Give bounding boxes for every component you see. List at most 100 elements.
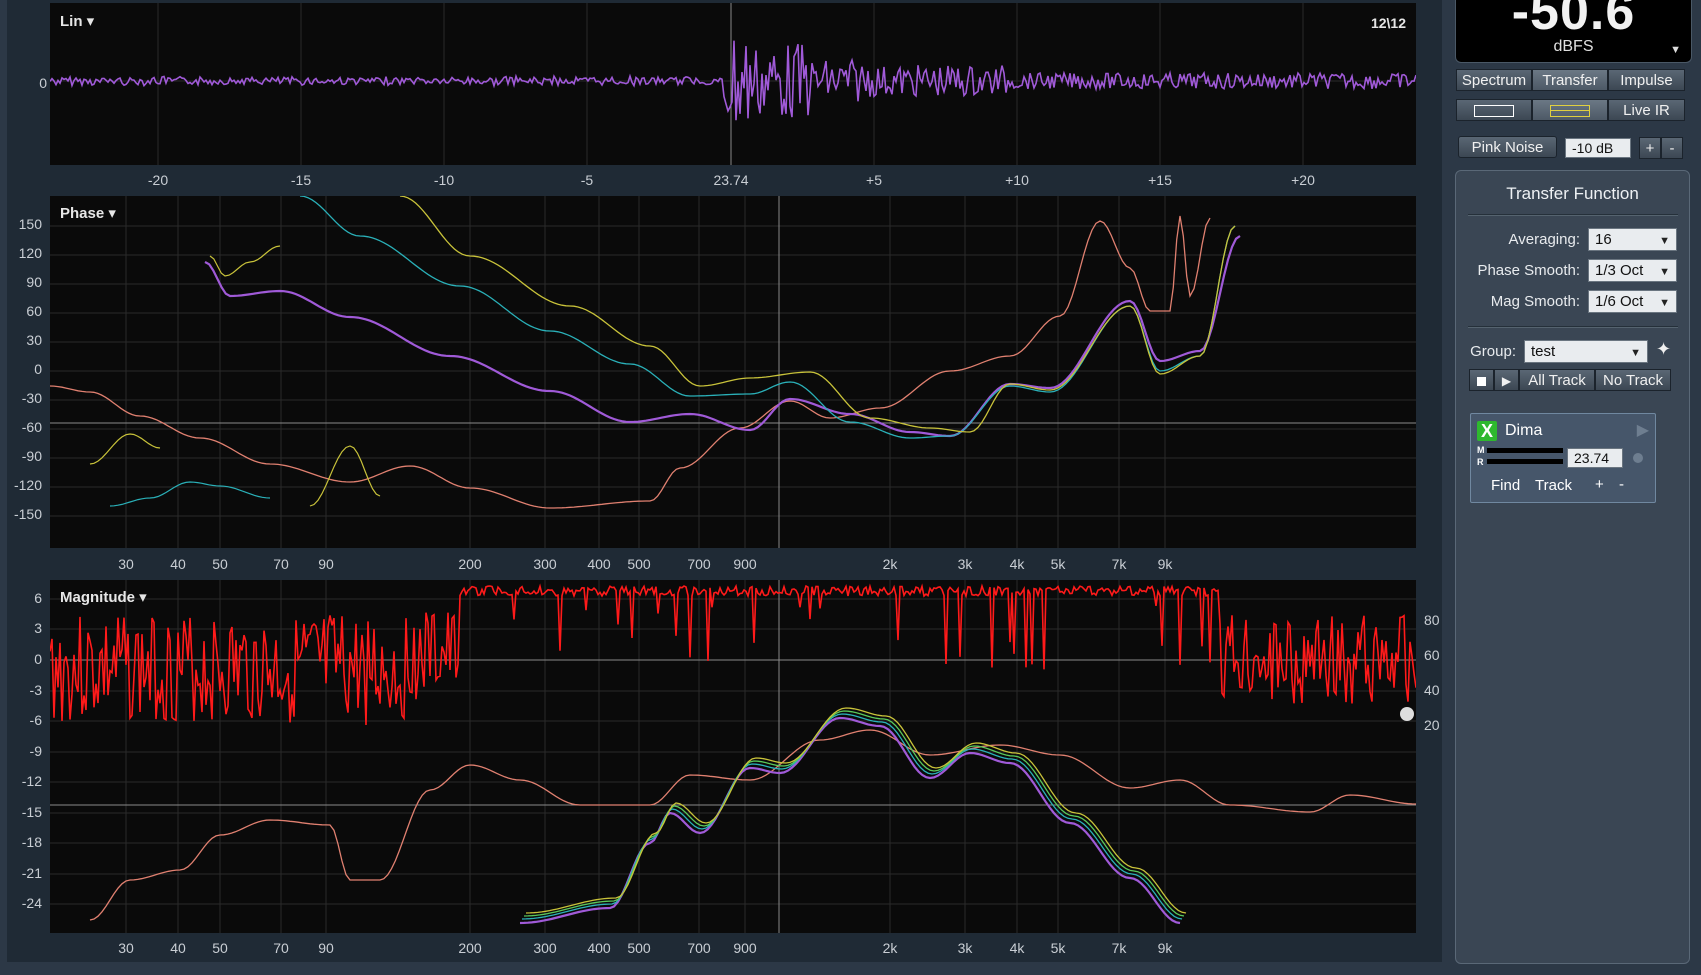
meter-dropdown-icon[interactable]: ▼ <box>1670 44 1681 56</box>
tick-label: 5k <box>1050 940 1066 956</box>
plot-area: Lin ▾ 12\12 0 -20 -15 -10 -5 23.74 +5 +10 +15 +2… <box>7 0 1442 962</box>
tick-label: 150 <box>18 216 42 232</box>
single-view-button[interactable] <box>1456 99 1532 121</box>
find-button[interactable]: Find <box>1491 477 1520 494</box>
meter-value: -50.6 <box>1511 0 1636 41</box>
phase-trace-cyan-low <box>109 481 271 507</box>
impulse-trace <box>50 40 1416 121</box>
tick-label: -15 <box>290 172 312 188</box>
tick-label: -12 <box>21 773 42 789</box>
tick-label: -60 <box>21 419 42 435</box>
ref-label: R <box>1477 457 1484 467</box>
tick-label: 200 <box>458 940 482 956</box>
phase-trace-yellow-low <box>89 433 161 465</box>
phase-dropdown[interactable]: Phase ▾ <box>60 204 116 222</box>
tick-label: 40 <box>1424 682 1440 698</box>
tick-label: 4k <box>1009 940 1025 956</box>
tick-label: -10 <box>433 172 455 188</box>
tick-label: 80 <box>1424 612 1440 628</box>
tick-label: -20 <box>147 172 169 188</box>
tick-label: 90 <box>318 940 334 956</box>
tick-label: 3 <box>34 620 42 636</box>
tick-label: -3 <box>29 682 42 698</box>
phase-smooth-select[interactable]: 1/3 Oct ▼ <box>1588 259 1677 282</box>
impulse-panel[interactable]: Lin ▾ 12\12 <box>50 3 1416 165</box>
tick-label: 120 <box>18 245 42 261</box>
tick-label: 700 <box>687 556 711 572</box>
track-delay-field[interactable]: 23.74 <box>1567 448 1623 468</box>
live-ir-button[interactable]: Live IR <box>1608 99 1685 121</box>
coherence-trace <box>50 583 1416 726</box>
tick-label: -120 <box>13 477 42 493</box>
tick-label: 0 <box>34 361 42 377</box>
stop-button[interactable] <box>1469 369 1494 391</box>
tick-label: 3k <box>957 556 973 572</box>
averaging-label: Averaging: <box>1508 231 1580 248</box>
mag-smooth-value: 1/6 Oct <box>1595 293 1644 310</box>
group-select[interactable]: test ▼ <box>1524 340 1648 363</box>
tick-label: 500 <box>627 556 651 572</box>
tick-label: 50 <box>212 556 228 572</box>
phase-panel[interactable]: Phase ▾ <box>50 196 1416 548</box>
tools-icon[interactable]: ✦ <box>1656 339 1671 360</box>
play-icon: ▶ <box>1501 374 1512 388</box>
tick-label: -21 <box>21 865 42 881</box>
track-enable-checkbox[interactable]: X <box>1477 421 1497 441</box>
tick-label: 7k <box>1111 940 1127 956</box>
transfer-function-title: Transfer Function <box>1506 184 1639 203</box>
coherence-handle[interactable] <box>1400 707 1414 721</box>
divider <box>1468 326 1678 328</box>
meas-level-bar <box>1487 448 1563 453</box>
generator-level-field[interactable]: -10 dB <box>1565 138 1631 158</box>
level-meter[interactable]: -50.6 dBFS ▼ <box>1455 0 1692 63</box>
split-view-button[interactable] <box>1532 99 1608 121</box>
tick-label: 30 <box>118 556 134 572</box>
track-plus-button[interactable]: + <box>1595 476 1604 493</box>
tick-label: 2k <box>882 940 898 956</box>
all-track-button[interactable]: All Track <box>1519 369 1595 391</box>
meas-label: M <box>1477 445 1485 455</box>
phase-plot <box>50 196 1416 548</box>
tick-label: -150 <box>13 506 42 522</box>
averaging-value: 16 <box>1595 231 1612 248</box>
mag-smooth-select[interactable]: 1/6 Oct ▼ <box>1588 290 1677 313</box>
generator-type-button[interactable]: Pink Noise <box>1458 136 1557 158</box>
no-track-button[interactable]: No Track <box>1595 369 1671 391</box>
tick-label: 70 <box>273 940 289 956</box>
averaging-select[interactable]: 16 ▼ <box>1588 228 1677 251</box>
tick-label: -15 <box>21 804 42 820</box>
tick-label: 200 <box>458 556 482 572</box>
group-label: Group: <box>1470 343 1516 360</box>
tick-label: 2k <box>882 556 898 572</box>
tab-spectrum[interactable]: Spectrum <box>1456 69 1532 91</box>
impulse-plot <box>50 3 1416 165</box>
track-card[interactable]: X Dima ▶ M R 23.74 Find Track + - <box>1470 413 1656 503</box>
transfer-function-panel: Transfer Function Averaging: 16 ▼ Phase … <box>1455 170 1690 964</box>
magnitude-panel[interactable]: Magnitude ▾ <box>50 580 1416 933</box>
chevron-down-icon: ▼ <box>1659 266 1670 278</box>
mag-smooth-label: Mag Smooth: <box>1490 293 1580 310</box>
magnitude-trace-purple <box>519 716 1181 925</box>
phase-trace-salmon <box>50 215 1211 509</box>
tab-impulse[interactable]: Impulse <box>1608 69 1685 91</box>
tick-label: 400 <box>587 940 611 956</box>
tick-label: 60 <box>26 303 42 319</box>
tick-label: 300 <box>533 940 557 956</box>
impulse-counter: 12\12 <box>1370 15 1406 31</box>
group-value: test <box>1531 343 1556 360</box>
tick-label: -30 <box>21 390 42 406</box>
tab-transfer[interactable]: Transfer <box>1532 69 1608 91</box>
track-button[interactable]: Track <box>1535 477 1572 494</box>
impulse-scale-dropdown[interactable]: Lin ▾ <box>60 12 94 30</box>
phase-smooth-label: Phase Smooth: <box>1477 262 1580 279</box>
tick-label: -6 <box>29 712 42 728</box>
play-button[interactable]: ▶ <box>1494 369 1519 391</box>
magnitude-dropdown[interactable]: Magnitude ▾ <box>60 588 147 606</box>
tick-label: 400 <box>587 556 611 572</box>
track-play-icon[interactable]: ▶ <box>1637 420 1649 440</box>
tick-label: 7k <box>1111 556 1127 572</box>
track-minus-button[interactable]: - <box>1619 476 1624 493</box>
generator-minus-button[interactable]: - <box>1661 137 1683 159</box>
tick-label: +10 <box>1005 172 1029 188</box>
generator-plus-button[interactable]: + <box>1639 137 1661 159</box>
